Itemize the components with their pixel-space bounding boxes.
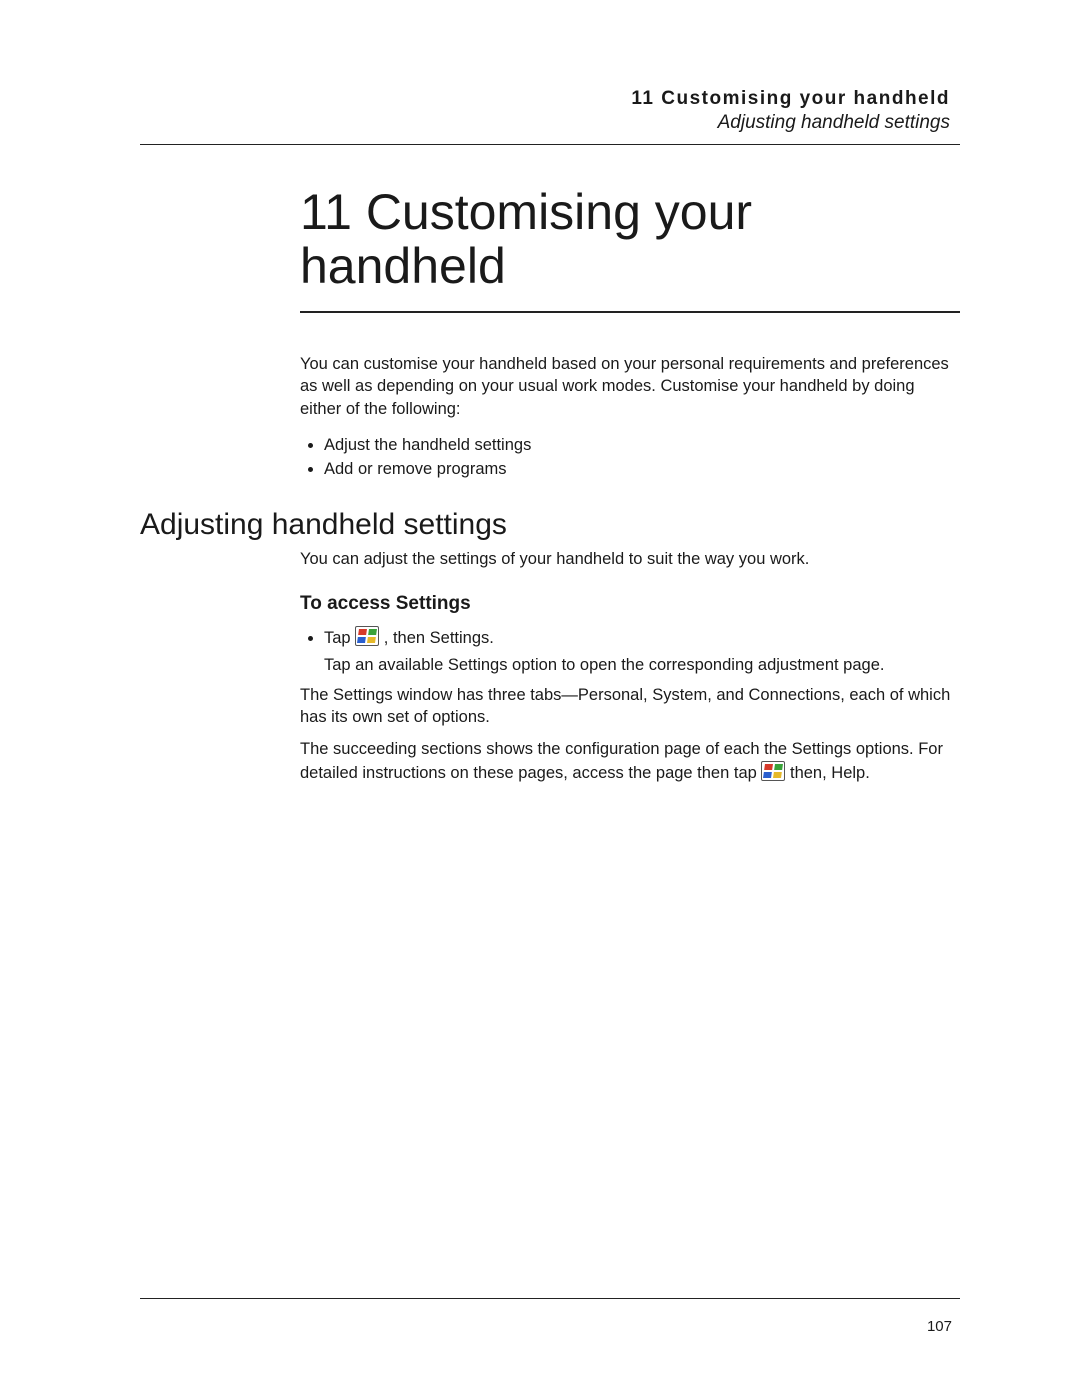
section-heading: Adjusting handheld settings xyxy=(140,508,960,542)
running-header: 11 Customising your handheld Adjusting h… xyxy=(140,88,960,134)
tap-bullet-list: Tap , then Settings. xyxy=(300,626,960,649)
page-number: 107 xyxy=(927,1318,952,1335)
page: 11 Customising your handheld Adjusting h… xyxy=(0,0,1080,1397)
succeeding-post: then, Help. xyxy=(790,764,870,782)
section-body: You can adjust the settings of your hand… xyxy=(140,548,960,784)
chapter-title: 11 Customising your handheld xyxy=(140,185,960,293)
subheading: To access Settings xyxy=(300,591,960,617)
tabs-paragraph: The Settings window has three tabs—Perso… xyxy=(300,684,960,729)
intro-bullets: Adjust the handheld settings Add or remo… xyxy=(300,434,960,481)
header-rule xyxy=(140,144,960,145)
chapter-number: 11 xyxy=(300,184,352,240)
intro-paragraph: You can customise your handheld based on… xyxy=(300,353,960,420)
tap-bullet: Tap , then Settings. xyxy=(324,626,960,649)
intro-bullet-1: Adjust the handheld settings xyxy=(324,434,960,456)
tap-follow-paragraph: Tap an available Settings option to open… xyxy=(324,654,960,676)
running-header-chapter-title: Customising your handheld xyxy=(661,88,950,109)
chapter-title-text: Customising your handheld xyxy=(300,184,752,294)
chapter-title-rule xyxy=(300,311,960,313)
running-header-section: Adjusting handheld settings xyxy=(140,112,950,134)
body: You can customise your handheld based on… xyxy=(140,353,960,480)
succeeding-paragraph: The succeeding sections shows the config… xyxy=(300,738,960,784)
running-header-chapter-num: 11 xyxy=(631,88,654,109)
tap-bullet-pre: Tap xyxy=(324,629,355,647)
windows-start-icon xyxy=(761,761,785,781)
windows-start-icon xyxy=(355,626,379,646)
intro-bullet-2: Add or remove programs xyxy=(324,458,960,480)
footer-rule xyxy=(140,1298,960,1299)
running-header-chapter: 11 Customising your handheld xyxy=(140,88,950,110)
section-lead: You can adjust the settings of your hand… xyxy=(300,548,960,570)
tap-bullet-post: , then Settings. xyxy=(384,629,494,647)
